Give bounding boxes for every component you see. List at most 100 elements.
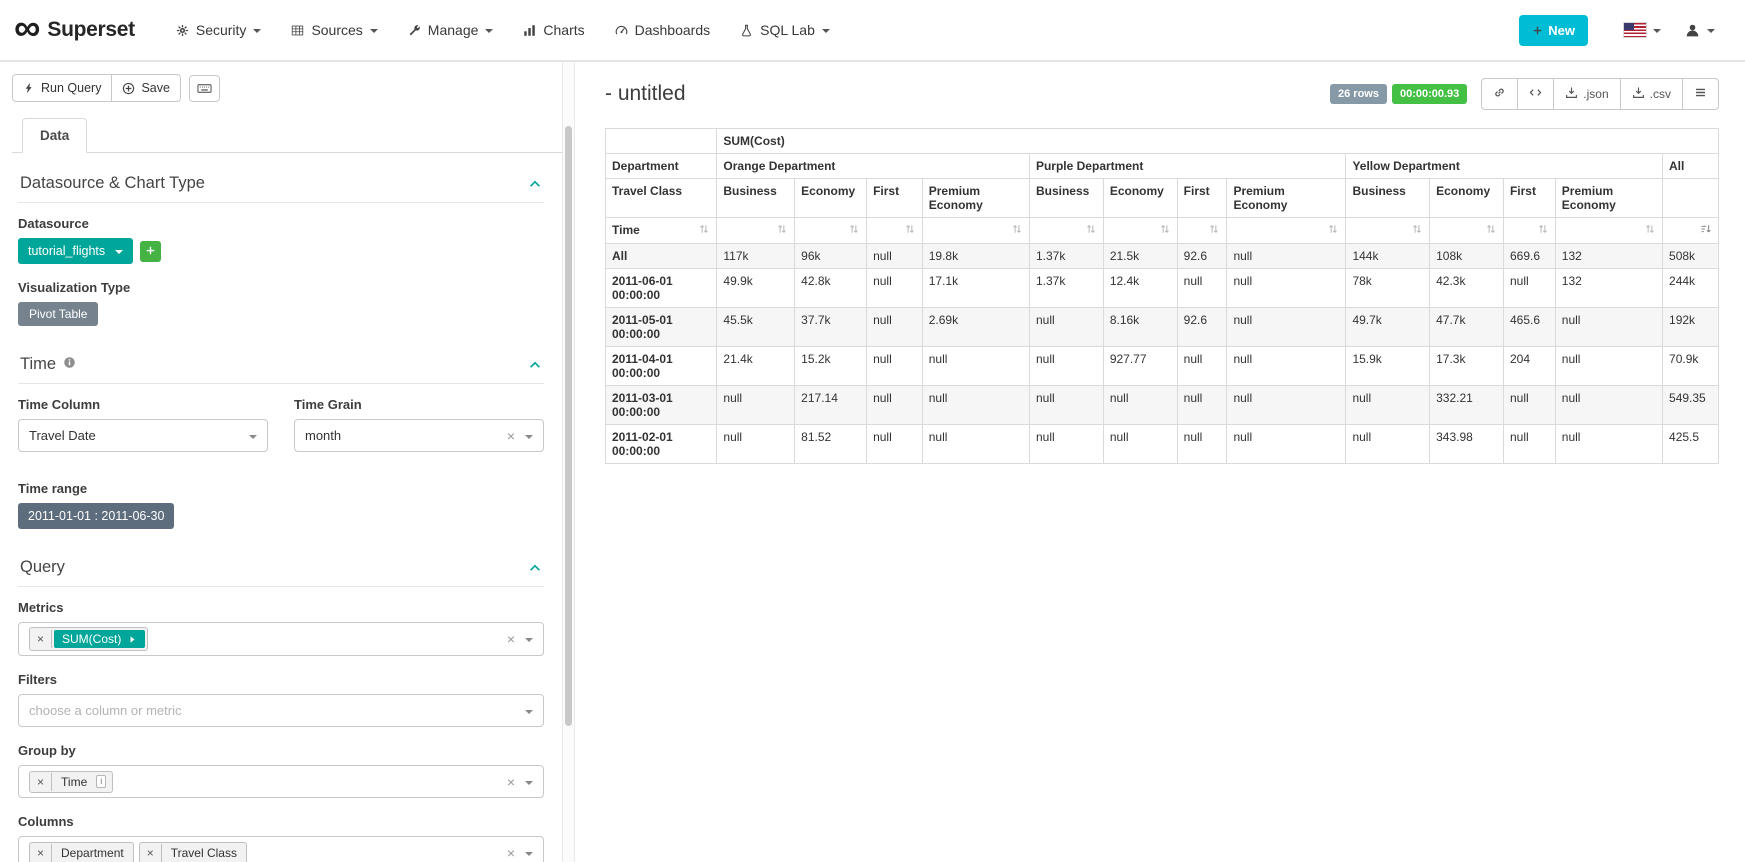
new-button[interactable]: New [1519,15,1588,46]
pivot-sort-header[interactable] [717,218,795,244]
viz-type-value[interactable]: Pivot Table [18,302,98,326]
nav-item-charts[interactable]: Charts [508,0,599,60]
pivot-sort-header[interactable] [1503,218,1555,244]
sort-icon[interactable] [698,223,710,238]
sort-icon[interactable] [1011,223,1023,238]
caret-down-icon [253,29,261,33]
selected-option-department[interactable]: ×Department [29,842,134,862]
user-menu[interactable] [1673,23,1727,38]
clear-icon[interactable]: × [507,775,515,789]
language-selector[interactable] [1612,23,1673,37]
scrollbar-thumb[interactable] [565,126,572,726]
sort-icon[interactable] [1085,223,1097,238]
pivot-cell: null [1503,425,1555,464]
pivot-cell: 217.14 [795,386,867,425]
time-grain-select[interactable]: month × [294,419,544,452]
time-range-value[interactable]: 2011-01-01 : 2011-06-30 [18,503,174,529]
sort-icon[interactable] [1644,223,1656,238]
nav-item-dashboards[interactable]: Dashboards [600,0,726,60]
chart-options-button[interactable] [1682,78,1719,110]
time-section-header[interactable]: Time [18,342,544,384]
datasource-section-header[interactable]: Datasource & Chart Type [18,161,544,203]
sort-icon[interactable] [1159,223,1171,238]
section-title: Query [20,558,65,577]
pivot-sort-header[interactable] [1555,218,1662,244]
sort-amount-icon[interactable] [1700,223,1712,238]
pivot-subcol-header: First [1177,179,1227,218]
viz-type-control: Visualization Type Pivot Table [18,280,544,326]
sort-icon[interactable] [1537,223,1549,238]
sort-icon[interactable] [848,223,860,238]
caret-down-icon [525,852,533,856]
selected-option-time[interactable]: ×Timei [29,771,113,793]
pivot-cell: 37.7k [795,308,867,347]
sort-icon[interactable] [1485,223,1497,238]
sort-icon[interactable] [1208,223,1220,238]
superset-logo[interactable]: ∞ Superset [14,18,135,43]
nav-item-sources[interactable]: Sources [276,0,392,60]
keyboard-shortcuts-button[interactable] [189,75,220,102]
nav-item-label: SQL Lab [760,22,815,38]
pivot-sort-header[interactable] [1029,218,1103,244]
pivot-row-dimension-header[interactable]: Time [606,218,717,244]
datasource-select[interactable]: tutorial_flights [18,238,133,264]
share-link-button[interactable] [1481,78,1518,110]
selected-option-travel-class[interactable]: ×Travel Class [139,842,247,862]
pivot-cell: null [867,347,923,386]
hamburger-icon [1694,86,1707,102]
save-button[interactable]: Save [111,74,181,102]
edit-datasource-button[interactable] [140,241,161,262]
pivot-sort-header[interactable] [795,218,867,244]
nav-item-manage[interactable]: Manage [393,0,509,60]
selected-option-sum-cost[interactable]: ×SUM(Cost) [29,627,148,651]
caret-down-icon [525,781,533,785]
pivot-sort-header[interactable] [1663,218,1719,244]
clear-icon[interactable]: × [507,429,515,443]
pivot-row-label: All [606,244,717,269]
pivot-sort-header[interactable] [1346,218,1430,244]
clear-icon[interactable]: × [507,846,515,860]
save-label: Save [141,81,170,95]
pivot-sort-header[interactable] [1177,218,1227,244]
groupby-select[interactable]: ×Timei × [18,765,544,798]
pivot-sort-header[interactable] [1227,218,1346,244]
pivot-sort-header[interactable] [867,218,923,244]
tab-data[interactable]: Data [22,118,87,153]
pivot-cell: 17.3k [1430,347,1504,386]
nav-item-sql-lab[interactable]: SQL Lab [725,0,845,60]
pivot-cell: 70.9k [1663,347,1719,386]
remove-option-icon[interactable]: × [30,630,52,648]
left-panel-scrollbar[interactable] [562,62,575,862]
metrics-select[interactable]: ×SUM(Cost) × [18,622,544,656]
metric-pill[interactable]: SUM(Cost) [54,630,145,648]
query-section-header[interactable]: Query [18,545,544,587]
export-csv-button[interactable]: .csv [1620,78,1683,110]
run-query-button[interactable]: Run Query [12,74,112,102]
explore-control-panel: Run Query Save Data Datasource & Chart T… [0,62,562,862]
time-column-select[interactable]: Travel Date [18,419,268,452]
sort-icon[interactable] [904,223,916,238]
datasource-value: tutorial_flights [28,244,105,258]
remove-option-icon[interactable]: × [30,844,52,862]
pivot-cell: 47.7k [1430,308,1504,347]
pivot-col-dimension-label: Department [606,154,717,179]
datasource-control: Datasource tutorial_flights [18,216,544,264]
remove-option-icon[interactable]: × [140,844,162,862]
sort-icon[interactable] [1411,223,1423,238]
pivot-subcol-header: Business [1346,179,1430,218]
view-query-button[interactable] [1517,78,1554,110]
export-json-button[interactable]: .json [1553,78,1620,110]
sort-icon[interactable] [1327,223,1339,238]
top-navbar: ∞ Superset SecuritySourcesManageChartsDa… [0,0,1745,62]
clear-icon[interactable]: × [507,632,515,646]
caret-down-icon [370,29,378,33]
columns-select[interactable]: ×Department×Travel Class × [18,836,544,862]
pivot-sort-header[interactable] [922,218,1029,244]
filters-select[interactable]: choose a column or metric [18,694,544,727]
chart-title[interactable]: - untitled [605,82,686,106]
nav-item-security[interactable]: Security [161,0,277,60]
pivot-sort-header[interactable] [1103,218,1177,244]
remove-option-icon[interactable]: × [30,773,52,791]
pivot-sort-header[interactable] [1430,218,1504,244]
sort-icon[interactable] [776,223,788,238]
